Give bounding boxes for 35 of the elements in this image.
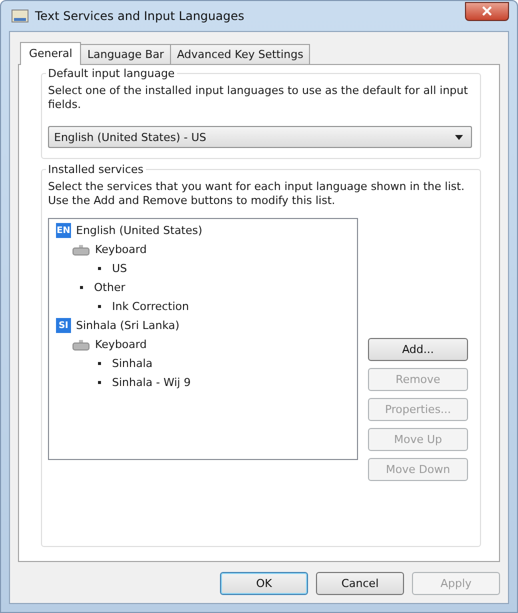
- description-text: Select the services that you want for each input language shown in the list. Use the Add and Remove buttons to modify this list.: [48, 180, 466, 208]
- keyboard-icon: [72, 244, 90, 256]
- tree-item[interactable]: Sinhala (Sri Lanka): [76, 319, 180, 332]
- tree-item[interactable]: Sinhala: [112, 357, 153, 370]
- group-title: Installed services: [46, 163, 146, 176]
- bullet-icon: [98, 305, 101, 308]
- tab[interactable]: General: [20, 42, 82, 65]
- tree-item[interactable]: Ink Correction: [112, 300, 189, 313]
- close-icon: [482, 6, 492, 16]
- tree-item[interactable]: US: [112, 262, 128, 275]
- tree-item[interactable]: Other: [94, 281, 126, 294]
- bullet-icon: [98, 267, 101, 270]
- dropdown-arrow-icon: [455, 134, 463, 140]
- tab[interactable]: Language Bar: [80, 44, 171, 64]
- group-title: Default input language: [46, 67, 177, 80]
- dropdown-value: English (United States) - US: [54, 130, 206, 144]
- tree-item[interactable]: Keyboard: [95, 338, 147, 351]
- window-icon: [11, 8, 29, 24]
- tree-item[interactable]: Keyboard: [95, 243, 147, 256]
- dialog-button[interactable]: Cancel: [316, 572, 404, 595]
- window-title: Text Services and Input Languages: [35, 9, 246, 23]
- close-button[interactable]: [465, 2, 509, 20]
- bullet-icon: [98, 381, 101, 384]
- language-badge: SI: [56, 318, 71, 333]
- keyboard-icon: [72, 338, 90, 350]
- language-badge: EN: [56, 223, 71, 238]
- tab[interactable]: Advanced Key Settings: [170, 44, 310, 64]
- side-button[interactable]: Add...: [368, 338, 468, 361]
- bullet-icon: [80, 286, 83, 289]
- description-text: Select one of the installed input languages to use as the default for all input fields.: [48, 84, 469, 112]
- dialog-button[interactable]: OK: [220, 572, 308, 595]
- bullet-icon: [98, 362, 101, 365]
- tree-item[interactable]: Sinhala - Wij 9: [112, 376, 191, 389]
- language-dropdown[interactable]: English (United States) - US: [48, 126, 472, 148]
- tree-item[interactable]: English (United States): [76, 224, 202, 237]
